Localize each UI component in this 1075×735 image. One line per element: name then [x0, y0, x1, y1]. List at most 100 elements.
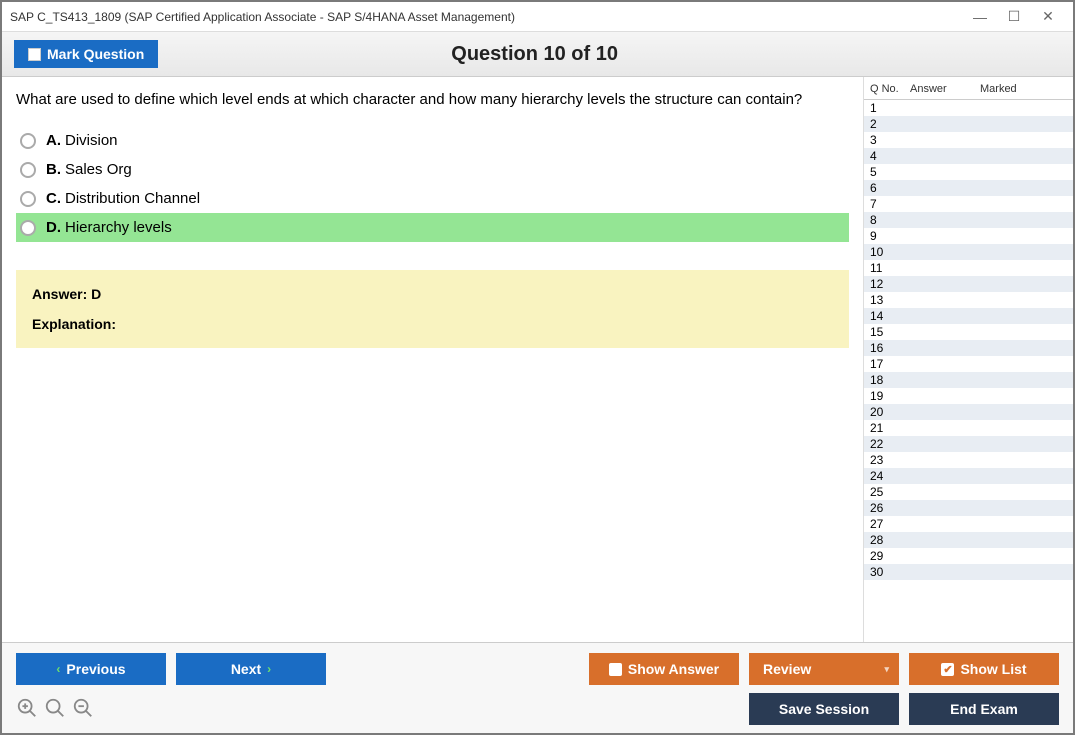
next-button[interactable]: Next ›	[176, 653, 326, 685]
list-item[interactable]: 28	[864, 532, 1073, 548]
list-item[interactable]: 2	[864, 116, 1073, 132]
question-list[interactable]: 1234567891011121314151617181920212223242…	[864, 100, 1073, 642]
list-item[interactable]: 9	[864, 228, 1073, 244]
list-item[interactable]: 1	[864, 100, 1073, 116]
zoom-controls	[16, 697, 94, 722]
option-d[interactable]: D. Hierarchy levels	[16, 213, 849, 242]
show-list-button[interactable]: ✔ Show List	[909, 653, 1059, 685]
qnum: 19	[870, 389, 910, 403]
chevron-right-icon: ›	[267, 662, 271, 676]
show-list-label: Show List	[960, 661, 1026, 677]
list-item[interactable]: 15	[864, 324, 1073, 340]
qnum: 1	[870, 101, 910, 115]
list-item[interactable]: 22	[864, 436, 1073, 452]
minimize-icon[interactable]: —	[973, 10, 987, 24]
list-item[interactable]: 5	[864, 164, 1073, 180]
list-item[interactable]: 13	[864, 292, 1073, 308]
option-b[interactable]: B. Sales Org	[16, 155, 849, 184]
qnum: 30	[870, 565, 910, 579]
col-answer: Answer	[910, 83, 980, 95]
app-window: SAP C_TS413_1809 (SAP Certified Applicat…	[0, 0, 1075, 735]
list-item[interactable]: 24	[864, 468, 1073, 484]
qnum: 8	[870, 213, 910, 227]
radio-icon	[20, 133, 36, 149]
qnum: 5	[870, 165, 910, 179]
titlebar: SAP C_TS413_1809 (SAP Certified Applicat…	[2, 2, 1073, 32]
show-answer-label: Show Answer	[628, 661, 719, 677]
option-c[interactable]: C. Distribution Channel	[16, 184, 849, 213]
list-item[interactable]: 16	[864, 340, 1073, 356]
qnum: 22	[870, 437, 910, 451]
question-list-header: Q No. Answer Marked	[864, 77, 1073, 100]
chevron-left-icon: ‹	[56, 662, 60, 676]
list-item[interactable]: 20	[864, 404, 1073, 420]
qnum: 26	[870, 501, 910, 515]
list-item[interactable]: 23	[864, 452, 1073, 468]
option-text: Division	[65, 132, 118, 149]
qnum: 11	[870, 261, 910, 275]
option-text: Sales Org	[65, 161, 132, 178]
show-list-checkbox-icon: ✔	[941, 663, 954, 676]
qnum: 17	[870, 357, 910, 371]
footer-row-1: ‹ Previous Next › Show Answer Review ▾ ✔…	[16, 653, 1059, 685]
list-item[interactable]: 25	[864, 484, 1073, 500]
list-item[interactable]: 14	[864, 308, 1073, 324]
mark-checkbox-icon	[28, 48, 41, 61]
qnum: 13	[870, 293, 910, 307]
list-item[interactable]: 17	[864, 356, 1073, 372]
qnum: 3	[870, 133, 910, 147]
radio-icon	[20, 191, 36, 207]
show-answer-button[interactable]: Show Answer	[589, 653, 739, 685]
list-item[interactable]: 7	[864, 196, 1073, 212]
zoom-in-icon[interactable]	[16, 697, 38, 722]
list-item[interactable]: 6	[864, 180, 1073, 196]
question-text: What are used to define which level ends…	[16, 91, 849, 108]
option-letter: B.	[46, 161, 61, 178]
save-session-button[interactable]: Save Session	[749, 693, 899, 725]
option-letter: D.	[46, 219, 61, 236]
previous-label: Previous	[66, 661, 125, 677]
qnum: 21	[870, 421, 910, 435]
option-letter: A.	[46, 132, 61, 149]
list-item[interactable]: 4	[864, 148, 1073, 164]
question-counter: Question 10 of 10	[158, 43, 911, 66]
list-item[interactable]: 10	[864, 244, 1073, 260]
list-item[interactable]: 8	[864, 212, 1073, 228]
save-session-label: Save Session	[779, 701, 869, 717]
maximize-icon[interactable]: ☐	[1007, 10, 1021, 24]
previous-button[interactable]: ‹ Previous	[16, 653, 166, 685]
footer: ‹ Previous Next › Show Answer Review ▾ ✔…	[2, 642, 1073, 733]
list-item[interactable]: 21	[864, 420, 1073, 436]
col-marked: Marked	[980, 83, 1069, 95]
list-item[interactable]: 3	[864, 132, 1073, 148]
radio-icon	[20, 220, 36, 236]
body-area: What are used to define which level ends…	[2, 77, 1073, 642]
qnum: 25	[870, 485, 910, 499]
qnum: 12	[870, 277, 910, 291]
option-a[interactable]: A. Division	[16, 126, 849, 155]
qnum: 15	[870, 325, 910, 339]
answer-box: Answer: D Explanation:	[16, 270, 849, 348]
mark-question-button[interactable]: Mark Question	[14, 40, 158, 68]
list-item[interactable]: 18	[864, 372, 1073, 388]
qnum: 10	[870, 245, 910, 259]
option-text: Hierarchy levels	[65, 219, 172, 236]
list-item[interactable]: 12	[864, 276, 1073, 292]
close-icon[interactable]: ✕	[1041, 10, 1055, 24]
list-item[interactable]: 11	[864, 260, 1073, 276]
end-exam-button[interactable]: End Exam	[909, 693, 1059, 725]
list-item[interactable]: 27	[864, 516, 1073, 532]
list-item[interactable]: 19	[864, 388, 1073, 404]
radio-icon	[20, 162, 36, 178]
list-item[interactable]: 29	[864, 548, 1073, 564]
qnum: 24	[870, 469, 910, 483]
zoom-reset-icon[interactable]	[44, 697, 66, 722]
option-letter: C.	[46, 190, 61, 207]
show-answer-checkbox-icon	[609, 663, 622, 676]
review-button[interactable]: Review ▾	[749, 653, 899, 685]
zoom-out-icon[interactable]	[72, 697, 94, 722]
explanation-label: Explanation:	[32, 316, 833, 332]
qnum: 6	[870, 181, 910, 195]
list-item[interactable]: 30	[864, 564, 1073, 580]
list-item[interactable]: 26	[864, 500, 1073, 516]
